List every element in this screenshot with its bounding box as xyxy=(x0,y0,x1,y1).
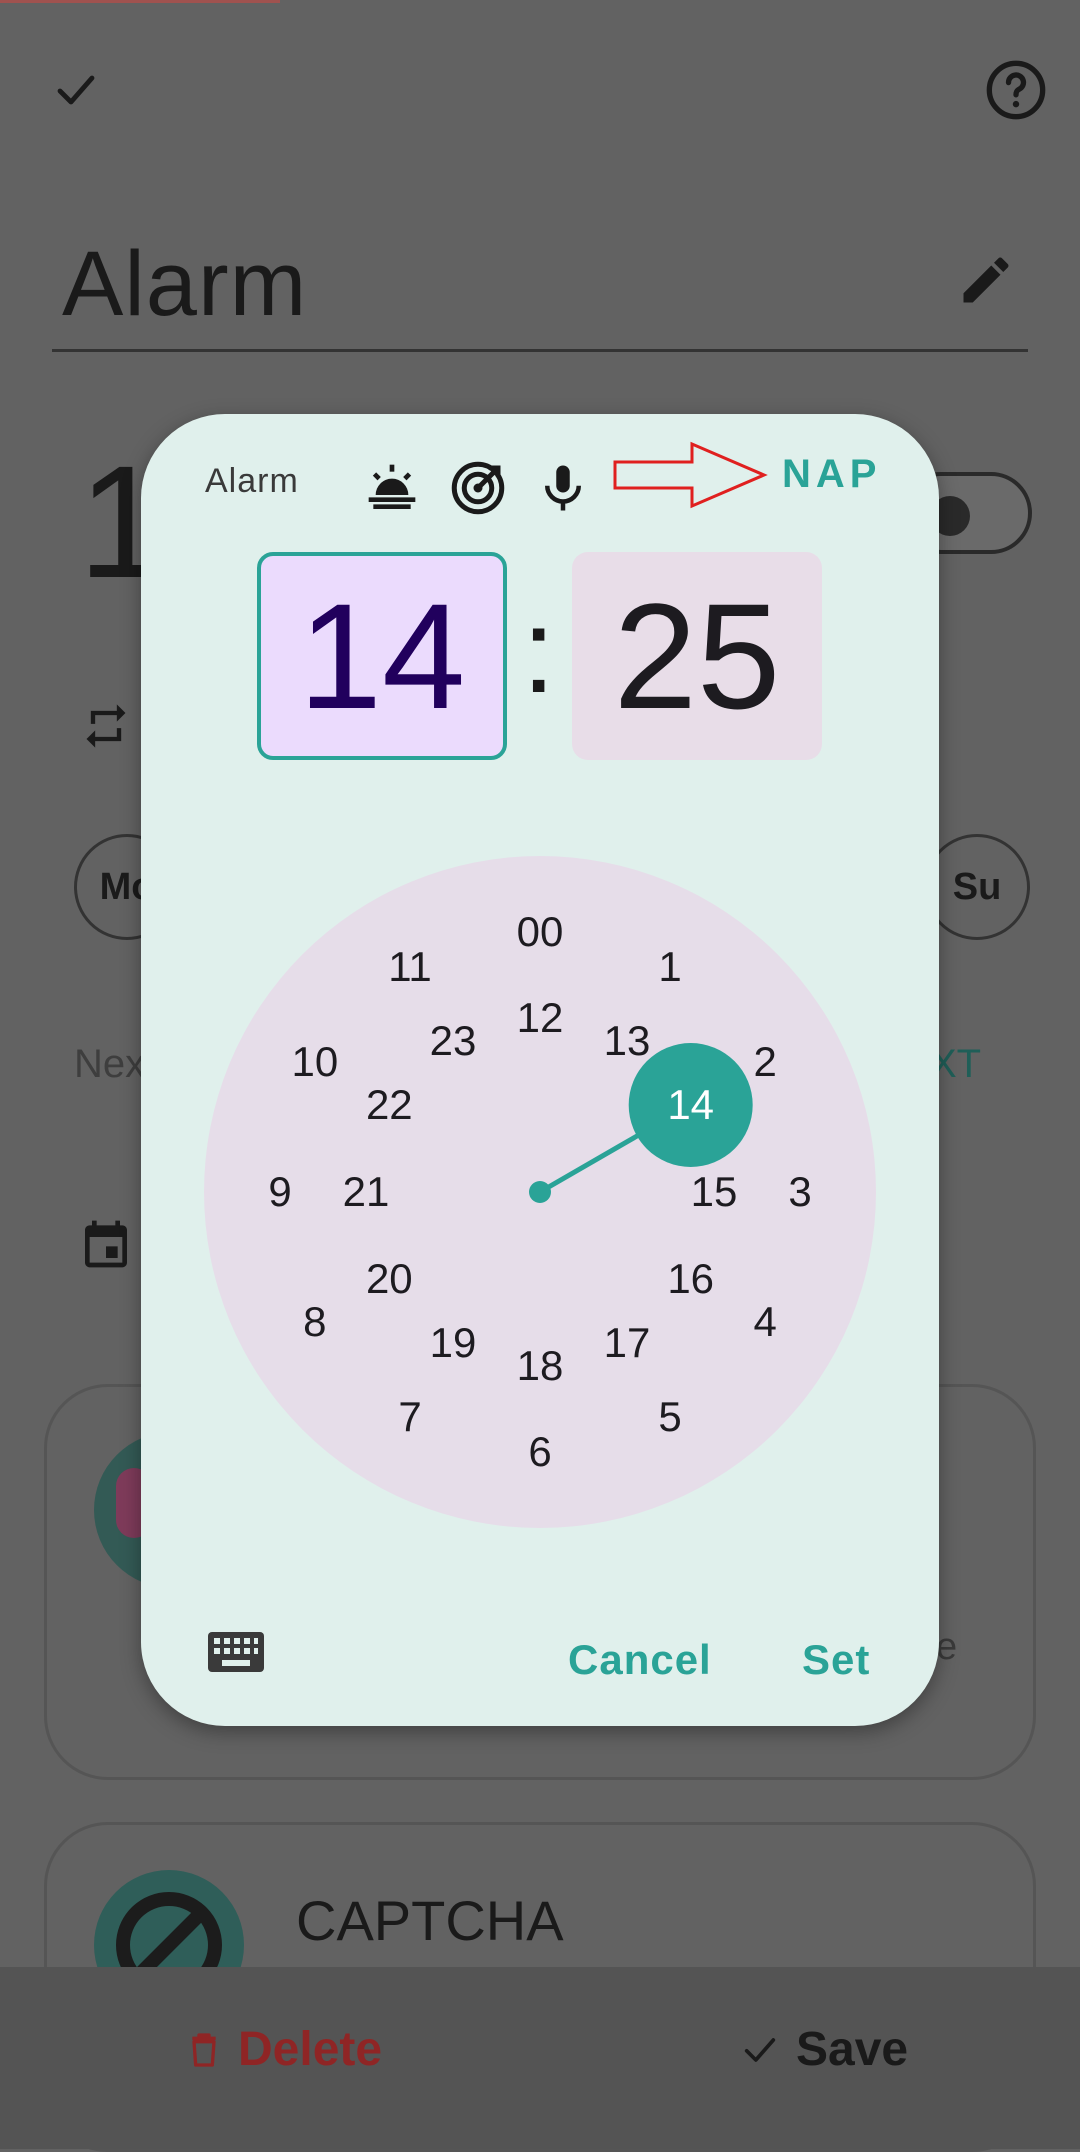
clock-number-6[interactable]: 6 xyxy=(528,1428,551,1476)
mic-icon[interactable] xyxy=(536,458,590,518)
clock-number-14[interactable]: 14 xyxy=(667,1081,714,1129)
sunrise-icon[interactable] xyxy=(364,460,420,516)
save-button[interactable]: Save xyxy=(738,2022,908,2077)
hour-field[interactable]: 14 xyxy=(257,552,507,760)
clock-number-00[interactable]: 00 xyxy=(517,908,564,956)
clock-number-3[interactable]: 3 xyxy=(788,1168,811,1216)
clock-number-13[interactable]: 13 xyxy=(604,1017,651,1065)
title-underline xyxy=(52,349,1028,352)
keyboard-icon[interactable] xyxy=(208,1632,264,1672)
delete-button[interactable]: Delete xyxy=(184,2022,382,2077)
progress-indicator xyxy=(0,0,280,3)
check-icon xyxy=(744,2037,776,2062)
next-alarm-text: Nex xyxy=(74,1042,146,1086)
clock-number-5[interactable]: 5 xyxy=(658,1393,681,1441)
repeat-icon[interactable] xyxy=(80,700,132,752)
target-icon[interactable] xyxy=(448,458,508,518)
clock-number-12[interactable]: 12 xyxy=(517,994,564,1042)
clock-number-17[interactable]: 17 xyxy=(604,1319,651,1367)
calendar-icon[interactable] xyxy=(78,1216,134,1272)
nap-button[interactable]: NAP xyxy=(782,452,881,497)
clock-number-4[interactable]: 4 xyxy=(753,1298,776,1346)
clock-number-18[interactable]: 18 xyxy=(517,1342,564,1390)
minute-field[interactable]: 25 xyxy=(572,552,822,760)
clock-number-15[interactable]: 15 xyxy=(691,1168,738,1216)
clock-numbers: 00 1 2 3 4 5 6 7 8 9 10 11 12 13 14 15 16 17 18 19 20 21 22 23 xyxy=(204,856,876,1528)
dialog-alarm-label: Alarm xyxy=(205,462,299,500)
day-chip-sunday[interactable]: Su xyxy=(924,834,1030,940)
clock-number-11[interactable]: 11 xyxy=(388,943,432,991)
clock-number-8[interactable]: 8 xyxy=(303,1298,326,1346)
clock-number-23[interactable]: 23 xyxy=(430,1017,477,1065)
clock-number-10[interactable]: 10 xyxy=(291,1038,338,1086)
trash-icon xyxy=(192,2032,216,2067)
edit-icon[interactable] xyxy=(956,250,1016,310)
challenge-card-text: e xyxy=(936,1626,958,1668)
time-separator: : xyxy=(522,584,556,718)
save-label: Save xyxy=(796,2023,909,2076)
clock-number-1[interactable]: 1 xyxy=(658,943,681,991)
help-icon[interactable] xyxy=(984,58,1048,122)
captcha-label: CAPTCHA xyxy=(296,1889,564,1952)
check-icon[interactable] xyxy=(48,66,104,114)
bottom-action-bar xyxy=(0,1967,1080,2149)
delete-label: Delete xyxy=(238,2023,383,2076)
cancel-button[interactable]: Cancel xyxy=(568,1636,712,1684)
clock-number-19[interactable]: 19 xyxy=(430,1319,477,1367)
clock-number-21[interactable]: 21 xyxy=(343,1168,390,1216)
clock-number-2[interactable]: 2 xyxy=(753,1038,776,1086)
clock-number-16[interactable]: 16 xyxy=(667,1255,714,1303)
clock-number-20[interactable]: 20 xyxy=(366,1255,413,1303)
clock-number-7[interactable]: 7 xyxy=(398,1393,421,1441)
clock-number-9[interactable]: 9 xyxy=(268,1168,291,1216)
alarm-title[interactable]: Alarm xyxy=(62,232,307,337)
set-button[interactable]: Set xyxy=(802,1636,870,1684)
clock-number-22[interactable]: 22 xyxy=(366,1081,413,1129)
annotation-arrow-icon xyxy=(613,441,768,509)
